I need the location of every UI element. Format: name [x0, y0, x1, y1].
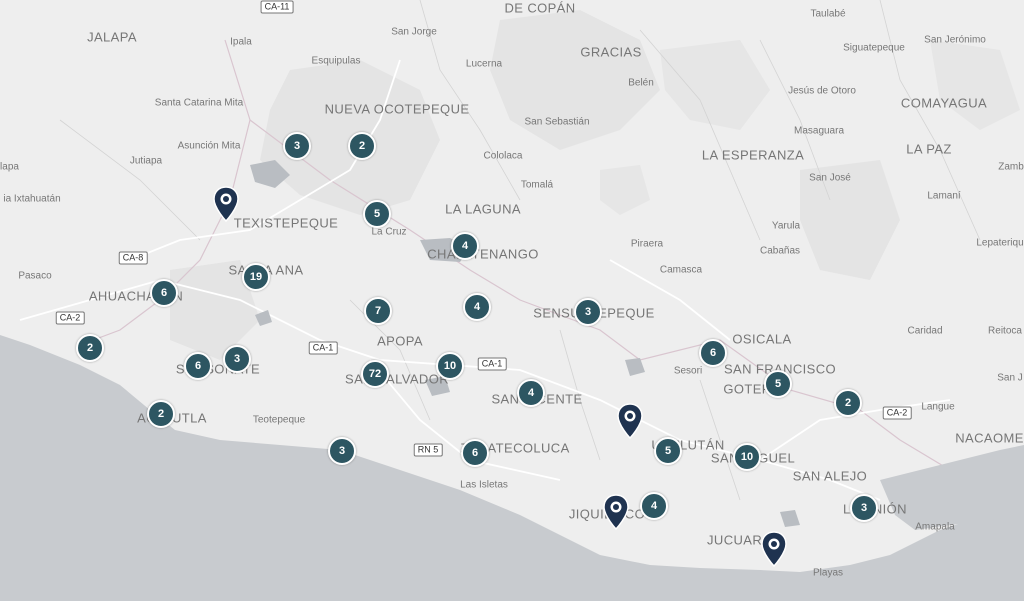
pacific-ocean	[0, 335, 1024, 601]
place-label-san-jeronimo: San Jerónimo	[924, 34, 986, 46]
place-label-camasca: Camasca	[659, 264, 703, 276]
place-label-tomala: Tomalá	[520, 179, 554, 191]
place-label-la-laguna: LA LAGUNA	[445, 201, 521, 217]
place-label-texistepeque: TEXISTEPEQUE	[233, 215, 339, 231]
marker-cluster-santa-ana[interactable]: 19	[242, 263, 270, 291]
place-label-cololaca: Cololaca	[483, 150, 523, 162]
place-label-jesus-de-otoro: Jesús de Otoro	[788, 85, 856, 97]
place-label-taulabe: Taulabé	[810, 8, 846, 20]
place-label-esquipulas: Esquipulas	[311, 55, 361, 67]
place-label-la-cruz: La Cruz	[371, 226, 407, 238]
road-shield-ca8: CA-8	[118, 251, 148, 265]
map-canvas[interactable]: JALAPA Ipala San Jorge GRACIAS Taulabé Siguat…	[0, 0, 1024, 601]
place-label-langue: Langue	[921, 401, 955, 413]
place-label-comayagua: COMAYAGUA	[900, 95, 988, 111]
marker-cluster-ahuachapan[interactable]: 6	[150, 279, 178, 307]
place-label-lapa: lapa	[0, 161, 19, 173]
marker-cluster-sensuntepeque[interactable]: 3	[574, 298, 602, 326]
marker-cluster-osicala[interactable]: 6	[699, 339, 727, 367]
place-label-masaguara: Masaguara	[793, 125, 845, 137]
place-label-sesori: Sesori	[673, 365, 703, 377]
marker-cluster-gotera[interactable]: 5	[764, 370, 792, 398]
place-label-caridad: Caridad	[907, 325, 943, 337]
place-label-san-jorge: San Jorge	[391, 26, 437, 38]
marker-cluster-izalco[interactable]: 3	[223, 345, 251, 373]
place-label-belen: Belén	[628, 77, 654, 89]
marker-cluster-ocotepeque-w[interactable]: 3	[283, 132, 311, 160]
place-label-apopa: APOPA	[377, 333, 423, 349]
marker-cluster-ilopango[interactable]: 10	[436, 352, 464, 380]
place-label-lucerna: Lucerna	[465, 58, 503, 70]
road-shield-ca11: CA-11	[260, 0, 294, 13]
place-label-amapala: Amapala	[915, 521, 955, 533]
place-label-lamani: Lamaní	[927, 190, 961, 202]
place-label-san-jose: San José	[809, 172, 851, 184]
marker-cluster-la-union-n[interactable]: 2	[834, 389, 862, 417]
map-pin-icon[interactable]	[213, 186, 239, 222]
marker-cluster-cuscatlan[interactable]: 4	[463, 293, 491, 321]
marker-cluster-la-palma[interactable]: 5	[363, 200, 391, 228]
road-shield-ca1-b: CA-1	[477, 357, 507, 371]
marker-cluster-usulutan[interactable]: 5	[654, 437, 682, 465]
place-label-siguatepeque: Siguatepeque	[843, 42, 905, 54]
marker-cluster-apopa[interactable]: 7	[364, 297, 392, 325]
place-label-reitoca: Reitoca	[988, 325, 1022, 337]
place-label-jutiapa: Jutiapa	[129, 155, 163, 167]
marker-cluster-ocotepeque-e[interactable]: 2	[348, 132, 376, 160]
marker-cluster-jiquilisco[interactable]: 4	[640, 492, 668, 520]
road-shield-rn5: RN 5	[413, 443, 443, 457]
place-label-pasaco: Pasaco	[18, 270, 52, 282]
map-pin-icon[interactable]	[603, 494, 629, 530]
road-shield-ca2-east: CA-2	[882, 406, 912, 420]
place-label-cabanas: Cabañas	[759, 245, 801, 257]
gulf-of-fonseca	[880, 445, 1024, 530]
place-label-zamb: Zamb	[998, 161, 1024, 173]
marker-cluster-san-miguel[interactable]: 10	[733, 443, 761, 471]
place-label-copan: DE COPÁN	[504, 0, 576, 15]
place-label-playas: Playas	[812, 567, 844, 579]
place-label-las-isletas: Las Isletas	[460, 479, 508, 491]
place-label-san-alejo: SAN ALEJO	[792, 468, 868, 484]
road-shield-ca2-west: CA-2	[55, 311, 85, 325]
place-label-santa-catarina-mita: Santa Catarina Mita	[154, 97, 244, 109]
place-label-piraera: Piraera	[630, 238, 664, 250]
place-label-yarula: Yarula	[771, 220, 801, 232]
marker-cluster-san-salvador[interactable]: 72	[361, 360, 389, 388]
place-label-ipala: Ipala	[230, 36, 252, 48]
place-label-ixtahuatan: ia Ixtahuatán	[3, 193, 61, 205]
place-label-la-paz: LA PAZ	[906, 141, 952, 157]
marker-cluster-west-coast[interactable]: 2	[76, 334, 104, 362]
place-label-la-esperanza: LA ESPERANZA	[701, 147, 805, 163]
place-label-chalatenango: CHALATENANGO	[427, 246, 539, 262]
marker-cluster-san-vicente[interactable]: 4	[517, 379, 545, 407]
place-label-gracias: GRACIAS	[580, 44, 642, 60]
place-label-nueva-ocotepeque: NUEVA OCOTEPEQUE	[324, 101, 470, 117]
place-label-teotepeque: Teotepeque	[252, 414, 306, 426]
marker-cluster-la-libertad[interactable]: 3	[328, 437, 356, 465]
place-label-osicala: OSICALA	[732, 331, 792, 347]
marker-cluster-sonsonate[interactable]: 6	[184, 352, 212, 380]
marker-cluster-acajutla[interactable]: 2	[147, 400, 175, 428]
place-label-lepaterique: Lepateriqu	[976, 237, 1024, 249]
place-label-jalapa: JALAPA	[87, 29, 137, 45]
marker-cluster-la-union[interactable]: 3	[850, 494, 878, 522]
map-pin-icon[interactable]	[617, 403, 643, 439]
place-label-nacaome: NACAOME	[955, 430, 1024, 446]
marker-cluster-zacatecoluca[interactable]: 6	[461, 439, 489, 467]
place-label-san-jose-ps: San J	[997, 372, 1023, 384]
map-pin-icon[interactable]	[761, 531, 787, 567]
marker-cluster-chalatenango[interactable]: 4	[451, 232, 479, 260]
place-label-asuncion-mita: Asunción Mita	[177, 140, 241, 152]
road-shield-ca1-a: CA-1	[308, 341, 338, 355]
place-label-san-sebastian: San Sebastián	[524, 116, 590, 128]
